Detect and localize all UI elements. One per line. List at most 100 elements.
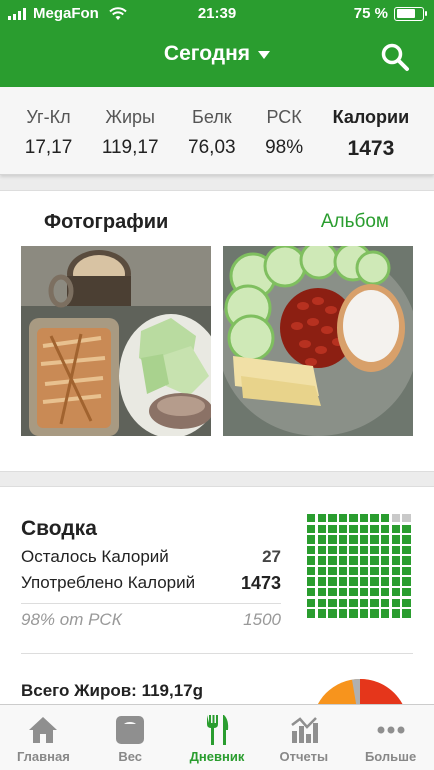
album-link[interactable]: Альбом xyxy=(321,211,389,233)
remaining-label: Осталось Калорий xyxy=(21,547,169,566)
tab-more[interactable]: Больше xyxy=(347,705,434,770)
waffle-cell xyxy=(317,545,326,555)
waffle-cell xyxy=(307,535,316,544)
waffle-cell xyxy=(402,588,411,597)
waffle-cell xyxy=(328,598,337,608)
waffle-cell xyxy=(391,556,401,565)
tab-reports[interactable]: Отчеты xyxy=(260,705,347,770)
macro-label: Белк xyxy=(192,107,232,127)
waffle-cell xyxy=(317,588,326,597)
fat-total-label: Всего Жиров: 119,17g xyxy=(21,681,204,700)
waffle-cell xyxy=(307,524,316,533)
waffle-cell xyxy=(328,535,337,544)
macro-label: Калории xyxy=(332,107,410,127)
reports-icon xyxy=(291,717,318,743)
app-header: MegaFon 21:39 75 % Сегодня xyxy=(0,0,434,87)
waffle-cell xyxy=(402,545,411,555)
tab-home[interactable]: Главная xyxy=(0,705,87,770)
date-selector[interactable]: Сегодня xyxy=(0,42,434,66)
summary-title: Сводка xyxy=(21,517,97,540)
waffle-cell xyxy=(338,598,348,608)
macro-value: 17,17 xyxy=(24,137,73,158)
waffle-cell xyxy=(381,566,390,576)
waffle-cell xyxy=(370,588,379,597)
waffle-cell xyxy=(317,514,326,523)
macro-value: 98% xyxy=(265,137,304,158)
waffle-cell xyxy=(317,598,326,608)
waffle-cell xyxy=(307,514,316,523)
waffle-cell xyxy=(349,535,358,544)
waffle-cell xyxy=(349,609,358,618)
macro-calories: Калории 1473 xyxy=(333,107,410,161)
waffle-cell xyxy=(307,545,316,555)
waffle-cell xyxy=(359,588,369,597)
waffle-cell xyxy=(381,609,390,618)
waffle-cell xyxy=(307,588,316,597)
waffle-cell xyxy=(391,524,401,533)
waffle-cell xyxy=(349,566,358,576)
status-bar: MegaFon 21:39 75 % xyxy=(0,0,434,30)
rdi-percent-row: 98% от РСК 1500 xyxy=(21,603,281,630)
summary-section[interactable]: Сводка Осталось Калорий 27 Употреблено К… xyxy=(0,486,434,770)
waffle-cell xyxy=(370,566,379,576)
waffle-cell xyxy=(370,609,379,618)
home-icon xyxy=(29,717,58,743)
waffle-cell xyxy=(317,577,326,586)
more-icon xyxy=(377,726,405,734)
rdi-target-value: 1500 xyxy=(243,610,281,629)
waffle-cell xyxy=(402,556,411,565)
waffle-cell xyxy=(359,556,369,565)
waffle-cell xyxy=(338,524,348,533)
tab-diary[interactable]: Дневник xyxy=(174,705,261,770)
waffle-cell xyxy=(338,609,348,618)
waffle-cell xyxy=(370,545,379,555)
waffle-cell xyxy=(370,535,379,544)
meal-photo-1[interactable] xyxy=(21,246,211,436)
tab-label: Главная xyxy=(16,749,70,764)
waffle-cell xyxy=(307,566,316,576)
waffle-cell xyxy=(381,514,390,523)
tab-label: Больше xyxy=(364,749,417,764)
waffle-cell xyxy=(402,598,411,608)
search-icon[interactable] xyxy=(380,42,410,72)
waffle-cell xyxy=(317,535,326,544)
scale-icon xyxy=(116,716,145,744)
waffle-cell xyxy=(359,577,369,586)
waffle-cell xyxy=(370,524,379,533)
waffle-cell xyxy=(381,535,390,544)
waffle-cell xyxy=(317,566,326,576)
waffle-cell xyxy=(402,566,411,576)
macro-label: Жиры xyxy=(105,107,155,127)
waffle-cell xyxy=(338,566,348,576)
waffle-cell xyxy=(402,577,411,586)
waffle-cell xyxy=(349,524,358,533)
waffle-cell xyxy=(307,577,316,586)
macros-bar[interactable]: Уг-Кл 17,17 Жиры 119,17 Белк 76,03 РСК 9… xyxy=(0,87,434,175)
waffle-cell xyxy=(381,577,390,586)
waffle-cell xyxy=(307,598,316,608)
waffle-cell xyxy=(402,524,411,533)
tab-label: Вес xyxy=(118,749,143,764)
meal-photo-2[interactable] xyxy=(223,246,413,436)
waffle-cell xyxy=(359,514,369,523)
waffle-cell xyxy=(391,577,401,586)
waffle-cell xyxy=(328,609,337,618)
macro-value: 1473 xyxy=(347,137,395,160)
calories-remaining-row: Осталось Калорий 27 xyxy=(21,547,281,567)
waffle-cell xyxy=(328,566,337,576)
macro-label: Уг-Кл xyxy=(26,107,71,127)
waffle-cell xyxy=(381,588,390,597)
macro-fat: Жиры 119,17 xyxy=(102,107,159,159)
waffle-cell xyxy=(349,598,358,608)
waffle-cell xyxy=(328,524,337,533)
tab-label: Дневник xyxy=(189,749,245,764)
waffle-cell xyxy=(338,545,348,555)
tab-weight[interactable]: Вес xyxy=(87,705,174,770)
waffle-cell xyxy=(359,535,369,544)
remaining-value: 27 xyxy=(262,547,281,566)
waffle-cell xyxy=(370,556,379,565)
calories-waffle-chart xyxy=(307,514,415,622)
consumed-label: Употреблено Калорий xyxy=(21,573,196,592)
waffle-cell xyxy=(328,556,337,565)
waffle-cell xyxy=(370,514,379,523)
